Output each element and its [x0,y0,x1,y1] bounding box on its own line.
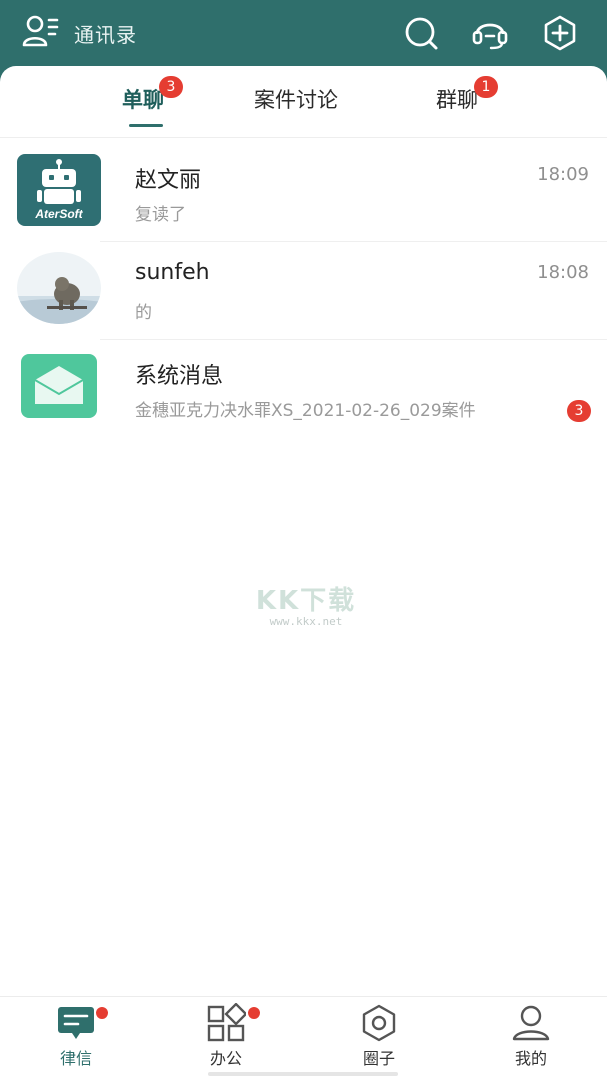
customer-service-button[interactable] [471,14,509,52]
message-time: 18:09 [537,164,589,185]
message-time: 18:08 [537,262,589,283]
message-preview: 金穗亚克力决水罪XS_2021-02-26_029案件 [135,401,476,421]
contacts-button[interactable]: 通讯录 [22,14,137,52]
top-bar: 通讯录 [0,0,607,70]
watermark: KK下载 www.kkx.net [246,580,366,628]
nav-label: 办公 [209,1049,242,1068]
bottom-nav: 律信 办公 圈子 我的 [0,996,607,1080]
contact-name: 赵文丽 [135,168,202,193]
message-preview: 的 [135,303,152,323]
nav-label: 律信 [59,1049,92,1068]
add-button[interactable] [541,14,579,52]
unread-badge: 3 [567,400,591,422]
tab-label: 单聊 [122,88,164,112]
notification-dot [248,1007,260,1019]
tab-label: 群聊 [436,88,478,112]
active-tab-indicator [129,124,163,127]
chat-tabs: 单聊 3 案件讨论 群聊 1 [0,66,607,138]
tab-group-chat[interactable]: 群聊 [436,84,478,114]
search-icon [405,17,438,50]
add-icon [544,15,576,51]
nav-item-profile[interactable]: 我的 [491,1003,571,1069]
chat-icon [58,1007,94,1039]
nav-label: 圈子 [362,1049,395,1068]
conversation-item[interactable]: sunfeh 18:08 的 [0,242,607,340]
robot-avatar: AterSoft [17,154,101,226]
tab-badge: 1 [474,76,498,98]
nav-label: 我的 [514,1049,547,1068]
tab-label: 案件讨论 [254,88,338,112]
search-button[interactable] [402,14,440,52]
tab-case-discussion[interactable]: 案件讨论 [254,84,338,114]
conversation-item[interactable]: AterSoft 赵文丽 18:09 复读了 [0,144,607,242]
profile-icon [512,1005,550,1041]
contacts-label: 通讯录 [74,22,137,47]
nav-item-circle[interactable]: 圈子 [339,1003,419,1069]
contact-name: sunfeh [135,260,210,285]
tab-single-chat[interactable]: 单聊 [122,84,164,114]
conversation-item[interactable]: 系统消息 金穗亚克力决水罪XS_2021-02-26_029案件 3 [0,340,607,438]
avatar-text: AterSoft [34,207,83,221]
apps-icon [207,1003,246,1042]
tab-badge: 3 [159,76,183,98]
watermark-logo: KK下载 [255,586,357,616]
notification-dot [96,1007,108,1019]
contact-name: 系统消息 [135,364,224,389]
home-indicator [208,1072,398,1076]
envelope-avatar [17,350,101,422]
message-preview: 复读了 [135,205,186,225]
contacts-icon [22,14,60,52]
conversation-list: AterSoft 赵文丽 18:09 复读了 sunfeh 18:08 的 系统… [0,144,607,438]
headset-icon [472,23,508,50]
hexagon-icon [362,1004,396,1042]
content-panel: 单聊 3 案件讨论 群聊 1 AterSoft 赵文丽 18:09 复读了 su… [0,66,607,1080]
elephant-photo-avatar [17,252,101,324]
